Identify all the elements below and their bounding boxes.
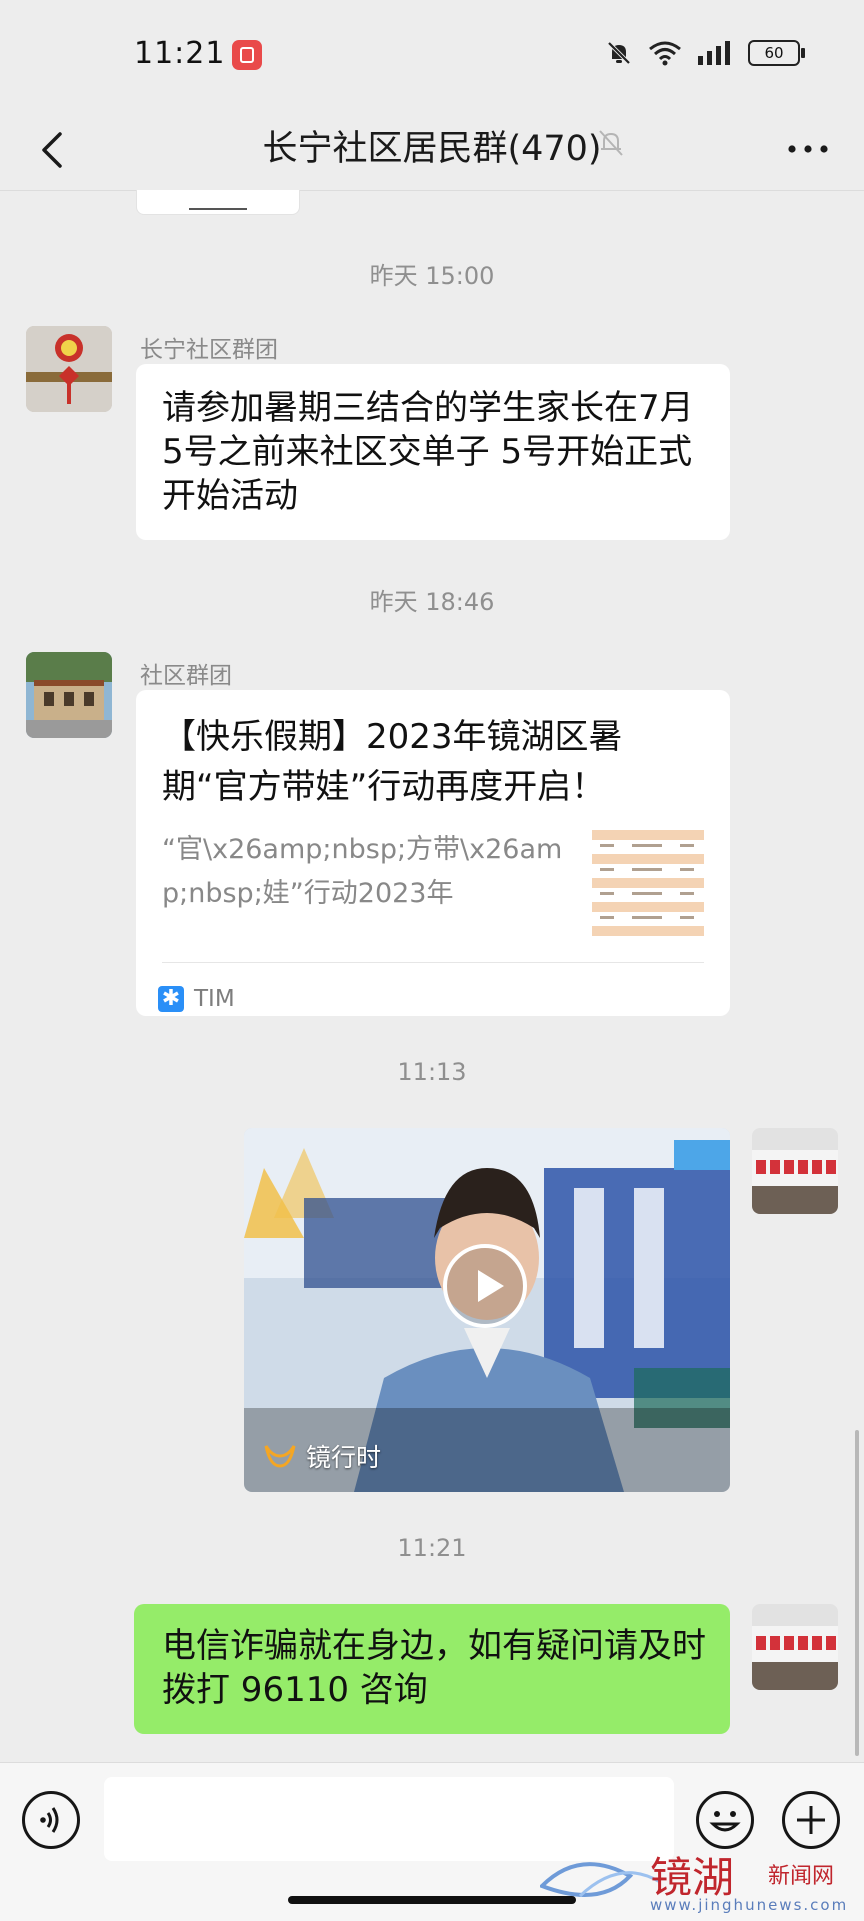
timestamp: 11:21 xyxy=(397,1534,467,1562)
avatar-building-photo-icon xyxy=(26,652,112,738)
notifications-muted-icon xyxy=(607,41,631,65)
avatar-community-logo-icon xyxy=(26,326,112,412)
timestamp: 11:13 xyxy=(397,1058,467,1086)
link-card-description: “官\x26amp;nbsp;方带\x26amp;nbsp;娃”行动2023年 xyxy=(162,834,563,909)
my-avatar[interactable] xyxy=(752,1128,838,1214)
chat-header: 长宁社区居民群(470) xyxy=(0,110,864,190)
link-card-source: ✱ TIM xyxy=(158,977,235,1021)
cellular-signal-icon xyxy=(698,41,730,65)
play-button-icon[interactable] xyxy=(443,1244,527,1328)
link-card-divider xyxy=(162,962,704,963)
mute-bell-icon xyxy=(599,130,623,156)
sender-name: 社区群团 xyxy=(140,663,232,689)
video-source-label: 镜行时 xyxy=(306,1443,382,1472)
timestamp: 昨天 18:46 xyxy=(369,588,495,616)
app-notification-icon xyxy=(232,40,262,70)
watermark-url: www.jinghunews.com xyxy=(650,1896,849,1914)
header-divider xyxy=(0,190,864,191)
video-message[interactable]: 镜行时 xyxy=(244,1128,730,1492)
channel-logo-icon xyxy=(264,1445,296,1468)
chat-title[interactable]: 长宁社区居民群(470) xyxy=(262,129,601,169)
video-source: 镜行时 xyxy=(264,1438,381,1474)
link-card-title: 【快乐假期】2023年镜湖区暑期“官方带娃”行动再度开启！ xyxy=(162,717,623,807)
link-card-thumbnail xyxy=(592,830,704,944)
more-options-icon[interactable] xyxy=(780,124,836,174)
home-indicator[interactable] xyxy=(288,1896,576,1904)
link-card[interactable]: 【快乐假期】2023年镜湖区暑期“官方带娃”行动再度开启！ “官\x26amp;… xyxy=(136,690,730,1016)
avatar[interactable] xyxy=(26,326,112,412)
avatar[interactable] xyxy=(26,652,112,738)
status-bar: 11:21 60 xyxy=(0,0,864,110)
sender-name: 长宁社区群团 xyxy=(140,337,278,363)
voice-icon[interactable] xyxy=(22,1791,80,1849)
tim-star-icon: ✱ xyxy=(158,986,184,1012)
previous-message-clipped[interactable] xyxy=(136,190,300,215)
message-text: 请参加暑期三结合的学生家长在7月5号之前来社区交单子 5号开始正式开始活动 xyxy=(162,388,694,516)
avatar-banner-photo-icon xyxy=(752,1128,838,1214)
message-text: 电信诈骗就在身边，如有疑问请及时拨打 96110 咨询 xyxy=(162,1626,706,1710)
timestamp: 昨天 15:00 xyxy=(369,262,495,290)
status-time: 11:21 xyxy=(134,36,226,71)
wifi-icon xyxy=(649,41,681,66)
watermark-label: 新闻网 xyxy=(768,1864,835,1889)
avatar-banner-photo-icon xyxy=(752,1604,838,1690)
message-bubble[interactable]: 电信诈骗就在身边，如有疑问请及时拨打 96110 咨询 xyxy=(134,1604,730,1734)
scrollbar[interactable] xyxy=(855,1430,859,1756)
battery-icon: 60 xyxy=(748,40,805,66)
link-card-source-label: TIM xyxy=(194,986,235,1012)
message-bubble[interactable]: 请参加暑期三结合的学生家长在7月5号之前来社区交单子 5号开始正式开始活动 xyxy=(136,364,730,540)
my-avatar[interactable] xyxy=(752,1604,838,1690)
